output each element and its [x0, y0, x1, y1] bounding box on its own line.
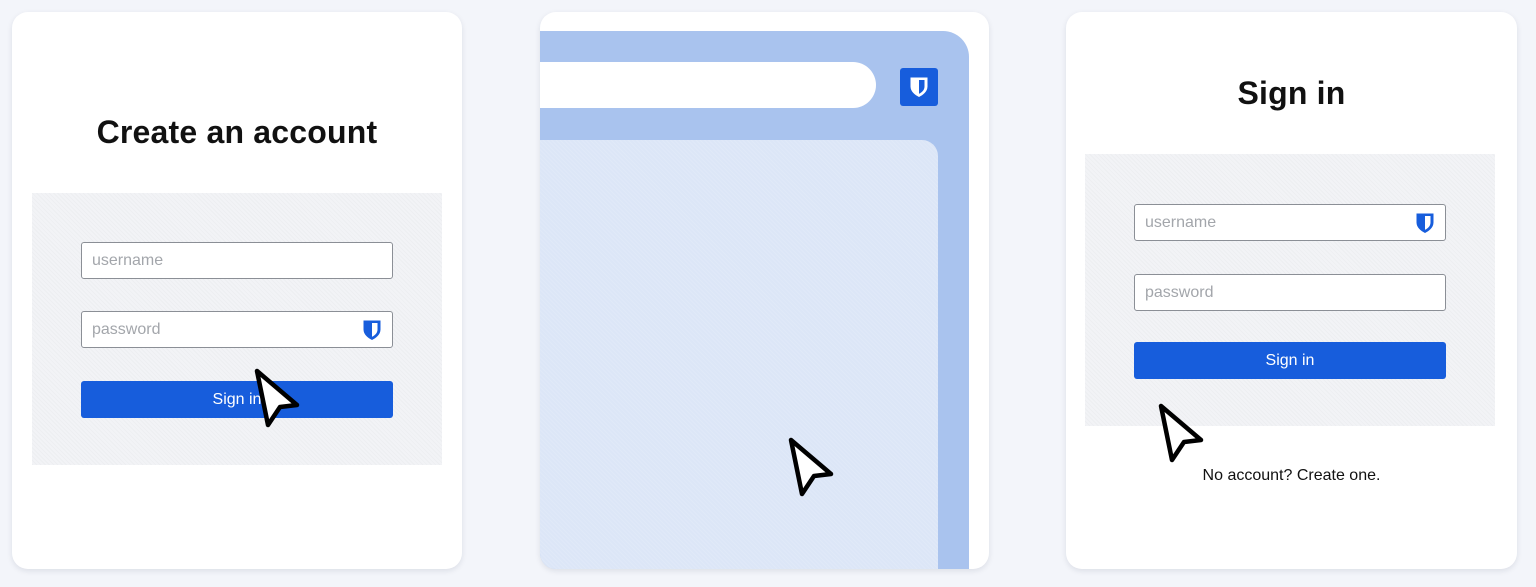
sign-in-card: Sign in Sign in No account? Create one.: [1066, 12, 1517, 569]
create-account-card: Create an account Sign in: [12, 12, 462, 569]
password-field[interactable]: [81, 311, 393, 348]
sign-in-form: Sign in: [1085, 154, 1495, 426]
page-viewport: [540, 140, 938, 569]
create-account-form: Sign in: [32, 193, 442, 465]
sign-in-title: Sign in: [1237, 75, 1346, 111]
bitwarden-shield-icon[interactable]: [1415, 212, 1435, 234]
create-account-title: Create an account: [96, 114, 378, 150]
sign-in-button[interactable]: Sign in: [1134, 342, 1446, 379]
browser-illustration-card: [540, 12, 989, 569]
username-field[interactable]: [81, 242, 393, 279]
create-account-link[interactable]: No account? Create one.: [1066, 467, 1517, 485]
mouse-pointer-icon: [252, 367, 304, 431]
mouse-pointer-icon: [1156, 402, 1208, 466]
extension-button[interactable]: [900, 68, 938, 106]
username-field[interactable]: [1134, 204, 1446, 241]
address-bar[interactable]: [540, 62, 876, 108]
bitwarden-shield-icon[interactable]: [362, 319, 382, 341]
bitwarden-shield-icon: [910, 77, 928, 97]
mouse-pointer-icon: [786, 436, 838, 500]
browser-window: [540, 31, 969, 569]
password-field[interactable]: [1134, 274, 1446, 311]
sign-in-button[interactable]: Sign in: [81, 381, 393, 418]
